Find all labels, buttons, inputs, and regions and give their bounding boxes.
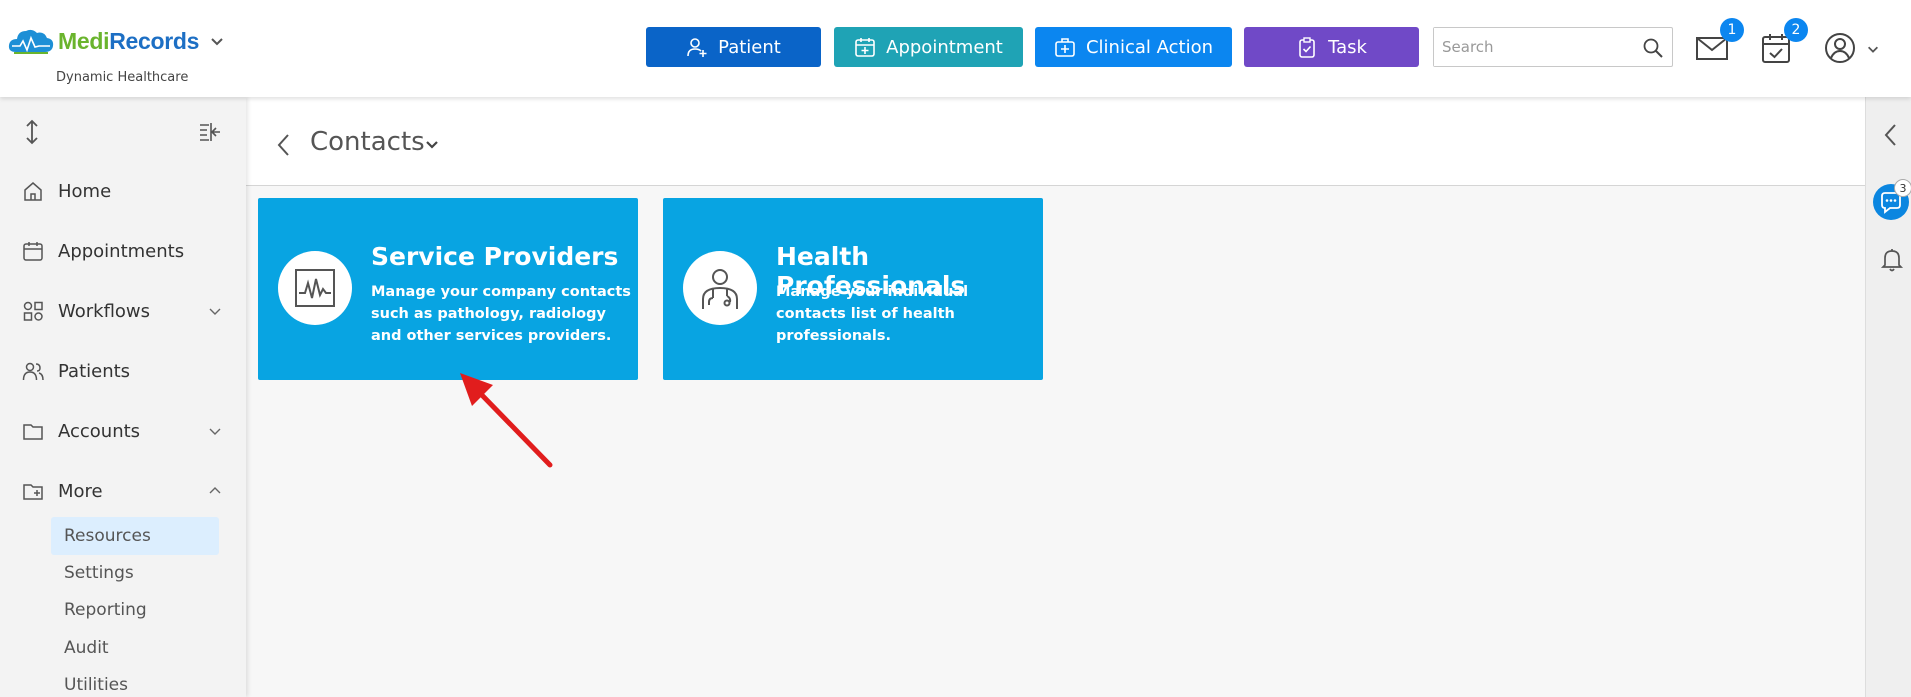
annotation-arrow-icon [460,373,553,468]
sidebar-item-label: Workflows [58,300,151,322]
doctor-icon [702,269,738,309]
sidebar-subitem-audit[interactable]: Audit [51,629,219,667]
chevron-down-icon [209,308,221,315]
cloud-logo-icon [8,29,54,54]
search-box [1433,27,1673,67]
brand-subtitle: Dynamic Healthcare [56,70,189,85]
sidebar-item-appointments[interactable]: Appointments [22,233,222,269]
brand-logo[interactable]: MediRecords [8,26,225,56]
home-icon [24,182,42,201]
collapse-sidebar-icon[interactable] [198,121,222,143]
sidebar-item-label: Accounts [58,420,141,442]
folder-plus-icon [23,484,43,500]
new-appointment-label: Appointment [886,36,1003,58]
calendar-icon [23,242,43,261]
sidebar-subitem-reporting[interactable]: Reporting [51,591,219,629]
new-patient-label: Patient [718,36,781,58]
sidebar-item-label: More [58,480,103,502]
chevron-left-icon[interactable] [1883,123,1897,147]
pulse-monitor-icon [295,269,335,307]
calendar-plus-icon [855,38,875,57]
users-icon [22,362,44,381]
sidebar-item-workflows[interactable]: Workflows [22,293,222,329]
clipboard-check-icon [1299,37,1315,58]
card-description: Manage your individual contacts list of … [776,284,969,344]
back-arrow-icon[interactable] [276,133,290,157]
new-task-button[interactable]: Task [1244,27,1419,67]
chat-button[interactable]: 3 [1872,179,1911,221]
search-icon[interactable] [1642,37,1664,59]
sidebar-item-label: Appointments [58,240,185,262]
messages-button[interactable]: 1 [1694,18,1744,66]
sidebar-item-home[interactable]: Home [22,173,222,209]
clinical-action-button[interactable]: Clinical Action [1035,27,1232,67]
chevron-down-icon[interactable] [424,137,440,153]
chevron-down-icon [209,428,221,435]
clinical-action-label: Clinical Action [1085,36,1213,58]
page-title: Contacts [310,127,425,157]
service-providers-card[interactable]: Service Providers Manage your company co… [258,198,638,380]
sidebar-item-patients[interactable]: Patients [22,353,222,389]
mail-badge: 1 [1720,18,1744,42]
workflow-icon [23,301,43,321]
sidebar-tools [22,119,222,145]
sidebar-item-more[interactable]: More [22,473,222,509]
bell-icon[interactable] [1880,247,1904,273]
sidebar-subitem-utilities[interactable]: Utilities [51,666,219,697]
user-avatar-icon [1825,33,1855,63]
brand-name: MediRecords [58,27,200,54]
card-title: Service Providers [371,242,619,271]
card-description: Manage your company contacts such as pat… [371,284,631,344]
sidebar-item-label: Patients [58,360,131,382]
page-header: Contacts [246,97,1865,186]
health-professionals-card[interactable]: Health Professionals Manage your individ… [663,198,1043,380]
medical-kit-icon [1055,38,1075,57]
sidebar-item-label: Home [58,180,112,202]
sidebar: Home Appointments Workflows Patients Acc… [0,97,246,697]
top-header: MediRecords Dynamic Healthcare Patient A… [0,0,1911,97]
card-icon-circle [683,251,757,325]
new-appointment-button[interactable]: Appointment [834,27,1023,67]
user-plus-icon [687,38,707,57]
new-patient-button[interactable]: Patient [646,27,821,67]
resize-vertical-icon[interactable] [22,119,42,145]
tasks-calendar-button[interactable]: 2 [1758,18,1808,66]
sidebar-subitem-resources[interactable]: Resources [51,517,219,555]
chevron-down-icon[interactable] [209,33,225,49]
sidebar-item-accounts[interactable]: Accounts [22,413,222,449]
chevron-up-icon [209,487,221,494]
right-rail: 3 [1865,97,1911,697]
folder-icon [23,424,43,440]
chat-badge: 3 [1894,179,1911,197]
chevron-down-icon [1868,46,1878,53]
calendar-badge: 2 [1784,18,1808,42]
sidebar-subitem-settings[interactable]: Settings [51,554,219,592]
card-icon-circle [278,251,352,325]
new-task-label: Task [1328,36,1367,58]
user-menu-button[interactable] [1822,30,1882,66]
search-input[interactable] [1434,28,1634,66]
